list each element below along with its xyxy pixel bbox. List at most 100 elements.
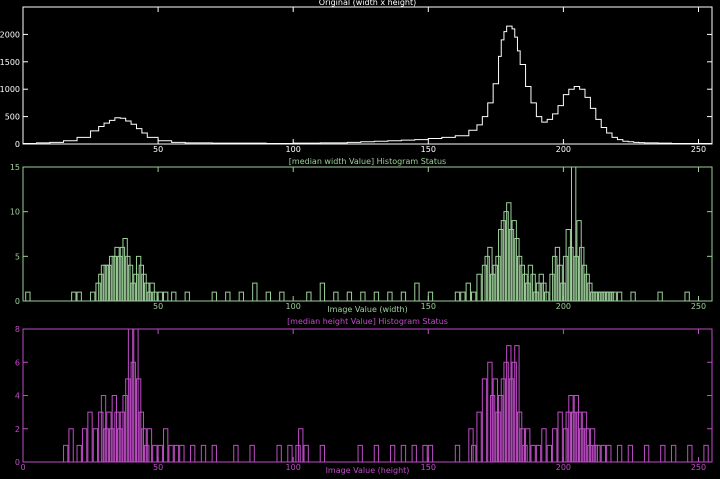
- x-tick-label: 250: [691, 302, 706, 311]
- histogram-bar: [657, 291, 663, 301]
- histogram-bar: [173, 444, 180, 462]
- histogram-bar: [454, 444, 461, 462]
- histogram-bar: [184, 291, 190, 301]
- histogram-bar: [87, 411, 93, 462]
- histogram-bar: [106, 411, 112, 462]
- histogram-bar: [265, 291, 271, 301]
- histogram-bar: [103, 264, 109, 301]
- histogram-bar: [157, 444, 163, 462]
- histogram-bar: [576, 220, 582, 301]
- y-tick-label: 2: [15, 425, 20, 434]
- histogram-bar: [387, 291, 393, 301]
- histogram-bar: [570, 411, 577, 462]
- histogram-bar: [144, 444, 150, 462]
- histogram-bar: [471, 444, 477, 462]
- histogram-bar: [570, 166, 577, 301]
- histogram-bar: [276, 444, 282, 462]
- histogram-bar: [130, 282, 136, 301]
- histogram-bar: [589, 291, 596, 301]
- y-tick-label: 4: [15, 392, 20, 401]
- histogram-bar: [471, 291, 477, 301]
- histogram-bar: [522, 444, 528, 462]
- histogram-bar: [152, 291, 158, 301]
- histogram-bar: [465, 282, 471, 301]
- histogram-bar: [108, 428, 115, 462]
- histogram-bar: [211, 444, 217, 462]
- histogram-bar: [492, 378, 498, 462]
- histogram-bar: [595, 444, 601, 462]
- histogram-bar: [616, 291, 623, 301]
- histogram-bar: [171, 291, 177, 301]
- histogram-bar: [560, 282, 566, 301]
- histogram-bar: [135, 255, 142, 301]
- histogram-bar: [279, 291, 285, 301]
- y-tick-label: 8: [15, 325, 20, 334]
- histogram-bar: [92, 428, 99, 462]
- y-tick-label: 15: [10, 163, 20, 172]
- histogram-bar: [576, 411, 582, 462]
- histogram-bar: [508, 378, 515, 462]
- plot-frame: [22, 166, 713, 302]
- histogram-bar: [71, 291, 77, 301]
- histogram-bar: [511, 220, 517, 301]
- histogram-bar: [179, 444, 185, 462]
- histogram-bar: [117, 255, 123, 301]
- histogram-bar: [608, 291, 615, 301]
- x-tick-label: 150: [421, 302, 436, 311]
- histogram-bar: [357, 444, 363, 462]
- histogram-bar: [114, 411, 120, 462]
- histogram-bar: [133, 273, 139, 301]
- histogram-bar: [63, 444, 69, 462]
- histogram-bar: [427, 291, 434, 301]
- histogram-bar: [81, 428, 88, 462]
- histogram-bar: [68, 428, 74, 462]
- histogram-bar: [411, 444, 417, 462]
- y-tick-label: 10: [10, 208, 20, 217]
- histogram-bar: [98, 411, 104, 462]
- histogram-bar: [538, 273, 544, 301]
- histogram-bar: [303, 444, 309, 462]
- y-tick-label: 6: [15, 358, 20, 367]
- histogram-bar: [489, 395, 496, 462]
- histogram-bar: [627, 444, 634, 462]
- x-tick-label: 150: [421, 463, 436, 472]
- histogram-bar: [565, 229, 571, 301]
- histogram-bar: [503, 361, 509, 462]
- histogram-bar: [476, 273, 482, 301]
- histogram-bar: [606, 444, 612, 462]
- series-line: [23, 25, 712, 144]
- histogram-bar: [587, 444, 593, 462]
- histogram-bar: [127, 328, 134, 462]
- histogram-bar: [125, 378, 131, 462]
- chart-panel-1: Original (width x height) 50 100 150 200 250 0…: [0, 0, 713, 154]
- histogram-bar: [500, 220, 507, 301]
- histogram-bar: [511, 361, 517, 462]
- histogram-bar: [581, 411, 588, 462]
- histogram-bar: [122, 395, 128, 462]
- histogram-bar: [114, 246, 120, 301]
- histogram-bar: [562, 255, 569, 301]
- y-tick-label: 1000: [0, 85, 20, 94]
- histogram-bar: [306, 291, 312, 301]
- x-tick-label: 50: [153, 145, 163, 154]
- histogram-bar: [603, 291, 609, 301]
- histogram-bar: [233, 444, 239, 462]
- histogram-bar: [568, 246, 574, 301]
- histogram-bar: [687, 444, 693, 462]
- histogram-bar: [119, 246, 126, 301]
- histogram-bar: [360, 291, 366, 301]
- histogram-bar: [516, 255, 523, 301]
- histogram-bar: [95, 282, 101, 301]
- histogram-bar: [319, 444, 326, 462]
- x-tick-label: 200: [556, 463, 571, 472]
- y-tick-label: 500: [5, 113, 20, 122]
- histogram-bar: [125, 255, 131, 301]
- histogram-bar: [346, 291, 353, 301]
- histogram-bar: [90, 291, 96, 301]
- histogram-bar: [141, 273, 147, 301]
- y-tick-label: 0: [15, 458, 20, 467]
- histogram-bar: [630, 291, 636, 301]
- chart-title: Original (width x height): [319, 0, 416, 7]
- histogram-bar: [595, 291, 601, 301]
- y-tick-label: 0: [15, 297, 20, 306]
